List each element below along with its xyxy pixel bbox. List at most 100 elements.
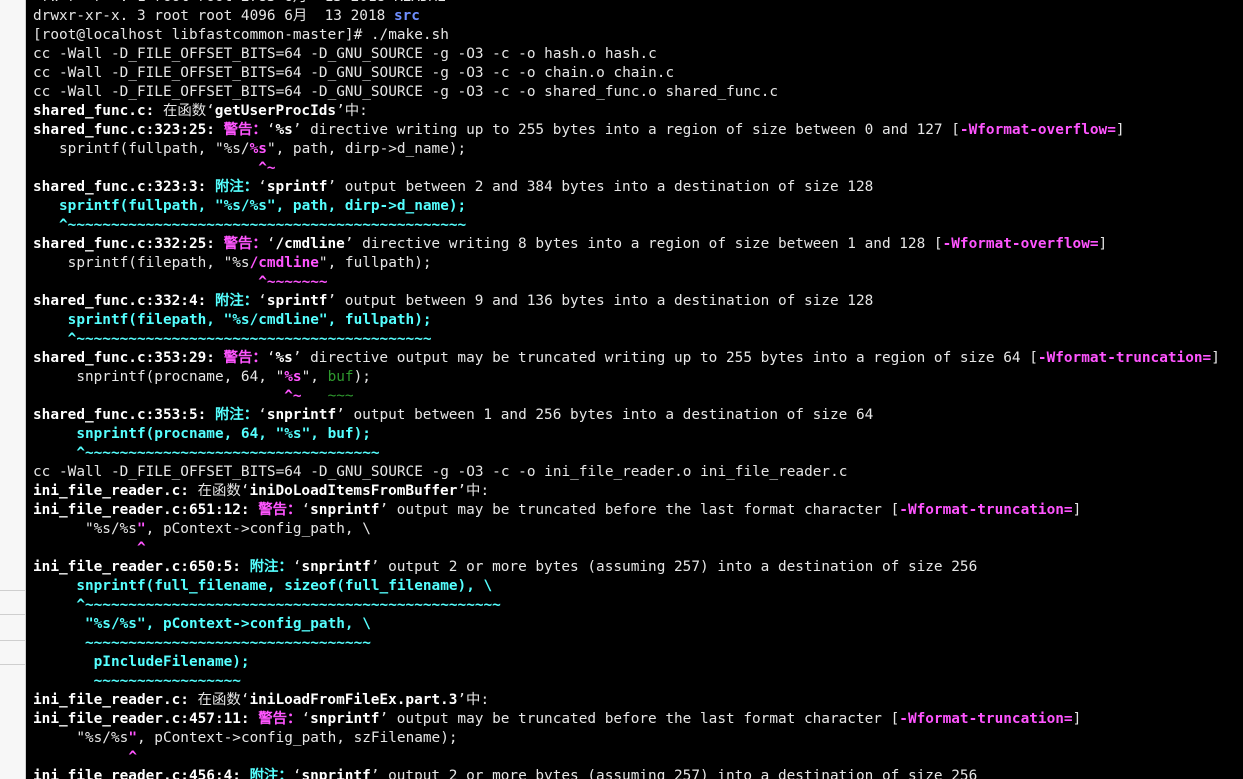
terminal-text-segment: ’ directive writing 8 bytes into a regio… <box>344 236 943 252</box>
terminal-text-segment: -Wformat-overflow= <box>959 122 1116 138</box>
terminal-text-segment: ); <box>353 369 371 385</box>
terminal-text-segment: sprintf <box>266 293 328 309</box>
terminal-line: shared_func.c:353:5: 附注：‘snprintf’ outpu… <box>33 406 1220 425</box>
sidebar-divider <box>0 614 25 615</box>
terminal-text-segment: shared_func.c: <box>33 103 155 119</box>
terminal-text-segment: -Wformat-overflow= <box>942 236 1099 252</box>
terminal-text-segment: ^~~~~~~~~~~~~~~~~~~~~~~~~~~~~~~~~~~~~~~~… <box>33 597 501 613</box>
terminal-line: [root@localhost libfastcommon-master]# .… <box>33 26 1220 45</box>
terminal-line: ini_file_reader.c:456:4: 附注：‘snprintf’ o… <box>33 767 1220 779</box>
terminal-text-segment: ", <box>301 369 328 385</box>
terminal-line: "%s/%s", pContext->config_path, \ <box>33 615 1220 634</box>
terminal-text-segment: snprintf(procname, 64, "%s", buf); <box>33 426 371 442</box>
terminal-line: "%s/%s", pContext->config_path, szFilena… <box>33 729 1220 748</box>
terminal-text-segment: ini_file_reader.c:650:5: <box>33 559 250 575</box>
terminal-text-segment: " <box>136 521 146 537</box>
terminal-text-segment: ^ <box>136 540 146 556</box>
terminal-text-segment: getUserProcIds <box>214 103 337 119</box>
terminal-line: cc -Wall -D_FILE_OFFSET_BITS=64 -D_GNU_S… <box>33 64 1220 83</box>
terminal-text-segment: 附注： <box>214 293 259 309</box>
terminal-text-segment: ’ directive writing up to 255 bytes into… <box>292 122 960 138</box>
terminal-text-segment: ’中: <box>336 103 368 119</box>
terminal-line: shared_func.c:332:4: 附注：‘sprintf’ output… <box>33 292 1220 311</box>
terminal-text-segment: 警告： <box>258 502 302 518</box>
terminal-text-segment: 附注： <box>249 768 293 779</box>
terminal-text-segment: ’中: <box>457 692 490 708</box>
terminal-text-segment: ‘ <box>258 407 267 423</box>
terminal-text-segment: -Wformat-truncation= <box>899 711 1073 727</box>
terminal-text-segment: %s <box>249 141 267 157</box>
terminal-line: ini_file_reader.c:650:5: 附注：‘snprintf’ o… <box>33 558 1220 577</box>
terminal-text-segment: ini_file_reader.c:651:12: <box>33 502 259 518</box>
terminal-text-segment: ’ output 2 or more bytes (assuming 257) … <box>370 559 978 575</box>
terminal-line: ^~ <box>33 159 1220 178</box>
terminal-line: sprintf(filepath, "%s/cmdline", fullpath… <box>33 254 1220 273</box>
terminal-line: cc -Wall -D_FILE_OFFSET_BITS=64 -D_GNU_S… <box>33 83 1220 102</box>
terminal-text-segment: snprintf(full_filename, sizeof(full_file… <box>33 578 493 594</box>
terminal-text-segment: 在函数‘ <box>188 692 250 708</box>
terminal-line: ^~ ~~~ <box>33 387 1220 406</box>
terminal-text-segment: -Wformat-truncation= <box>1037 350 1212 366</box>
terminal-text-segment: ’ output may be truncated before the las… <box>379 502 900 518</box>
terminal-line: ini_file_reader.c:457:11: 警告：‘snprintf’ … <box>33 710 1220 729</box>
terminal-line: ~~~~~~~~~~~~~~~~~~~~~~~~~~~~~~~~~ <box>33 634 1220 653</box>
terminal-line: ini_file_reader.c:651:12: 警告：‘snprintf’ … <box>33 501 1220 520</box>
terminal-line: ^~~~~~~~~~~~~~~~~~~~~~~~~~~~~~~~~~~~~~~~… <box>33 216 1220 235</box>
terminal-text-segment: ~~~ <box>327 388 354 404</box>
terminal-text-segment: 警告： <box>223 122 267 138</box>
terminal-line: ini_file_reader.c: 在函数‘iniDoLoadItemsFro… <box>33 482 1220 501</box>
terminal-text-segment: buf <box>327 369 354 385</box>
terminal-output: -rw-r--r--. 1 root root 2783 6月 13 2018 … <box>33 0 1220 779</box>
terminal-text-segment: snprintf(procname, 64, " <box>33 369 285 385</box>
terminal-line: shared_func.c:323:25: 警告：‘%s’ directive … <box>33 121 1220 140</box>
terminal-text-segment: shared_func.c:332:25: <box>33 236 224 252</box>
terminal-text-segment: 在函数‘ <box>154 103 215 119</box>
terminal-text-segment: ’ directive output may be truncated writ… <box>292 350 1038 366</box>
terminal-text-segment: drwxr-xr-x. 3 root root 4096 6月 13 2018 <box>33 8 394 24</box>
terminal-text-segment: 警告： <box>258 711 302 727</box>
terminal-line: shared_func.c: 在函数‘getUserProcIds’中: <box>33 102 1220 121</box>
terminal-text-segment: -Wformat-truncation= <box>899 502 1073 518</box>
terminal-text-segment: ’ output may be truncated before the las… <box>379 711 900 727</box>
terminal-line: ini_file_reader.c: 在函数‘iniLoadFromFileEx… <box>33 691 1220 710</box>
terminal-text-segment: ", path, dirp->d_name); <box>266 141 467 157</box>
terminal-text-segment: ini_file_reader.c:456:4: <box>33 768 250 779</box>
terminal-line: snprintf(procname, 64, "%s", buf); <box>33 368 1220 387</box>
terminal-text-segment: ^~~~~~~~~~~~~~~~~~~~~~~~~~~~~~~~~~~~~~~~… <box>33 217 467 233</box>
terminal-line: ^ <box>33 539 1220 558</box>
terminal-text-segment: ‘ <box>301 711 311 727</box>
terminal-text-segment: iniLoadFromFileEx.part.3 <box>249 692 458 708</box>
sidebar-divider <box>0 640 25 641</box>
terminal-line: ^~~~~~~~~~~~~~~~~~~~~~~~~~~~~~~~~~~~~~~~… <box>33 596 1220 615</box>
terminal-window[interactable]: -rw-r--r--. 1 root root 2783 6月 13 2018 … <box>28 0 1243 779</box>
terminal-text-segment: ] <box>1211 350 1220 366</box>
terminal-text-segment: /cmdline <box>275 236 345 252</box>
terminal-line: sprintf(fullpath, "%s/%s", path, dirp->d… <box>33 197 1220 216</box>
terminal-text-segment: ^~ <box>284 388 302 404</box>
terminal-text-segment: ] <box>1115 122 1125 138</box>
terminal-text-segment: /cmdline <box>249 255 319 271</box>
terminal-text-segment: 警告： <box>223 350 267 366</box>
terminal-line: sprintf(filepath, "%s/cmdline", fullpath… <box>33 311 1220 330</box>
terminal-line: "%s/%s", pContext->config_path, \ <box>33 520 1220 539</box>
terminal-text-segment: ’ output 2 or more bytes (assuming 257) … <box>370 768 978 779</box>
terminal-text-segment: sprintf(fullpath, "%s/ <box>33 141 250 157</box>
terminal-text-segment: shared_func.c:353:29: <box>33 350 224 366</box>
terminal-text-segment: ‘ <box>301 502 311 518</box>
terminal-text-segment: shared_func.c:353:5: <box>33 407 215 423</box>
terminal-line: ^~~~~~~~~~~~~~~~~~~~~~~~~~~~~~~~~~~~~~~~… <box>33 330 1220 349</box>
terminal-line: snprintf(full_filename, sizeof(full_file… <box>33 577 1220 596</box>
terminal-text-segment: shared_func.c:332:4: <box>33 293 215 309</box>
terminal-text-segment: ^~ <box>258 160 276 176</box>
terminal-text-segment: , pContext->config_path, szFilename); <box>136 730 458 746</box>
terminal-text-segment: sprintf(filepath, "%s/cmdline", fullpath… <box>33 312 432 328</box>
terminal-text-segment: shared_func.c:323:3: <box>33 179 215 195</box>
terminal-line: shared_func.c:323:3: 附注：‘sprintf’ output… <box>33 178 1220 197</box>
terminal-text-segment: sprintf <box>266 179 328 195</box>
sidebar-divider <box>0 590 25 591</box>
terminal-text-segment: "%s/%s <box>33 730 129 746</box>
